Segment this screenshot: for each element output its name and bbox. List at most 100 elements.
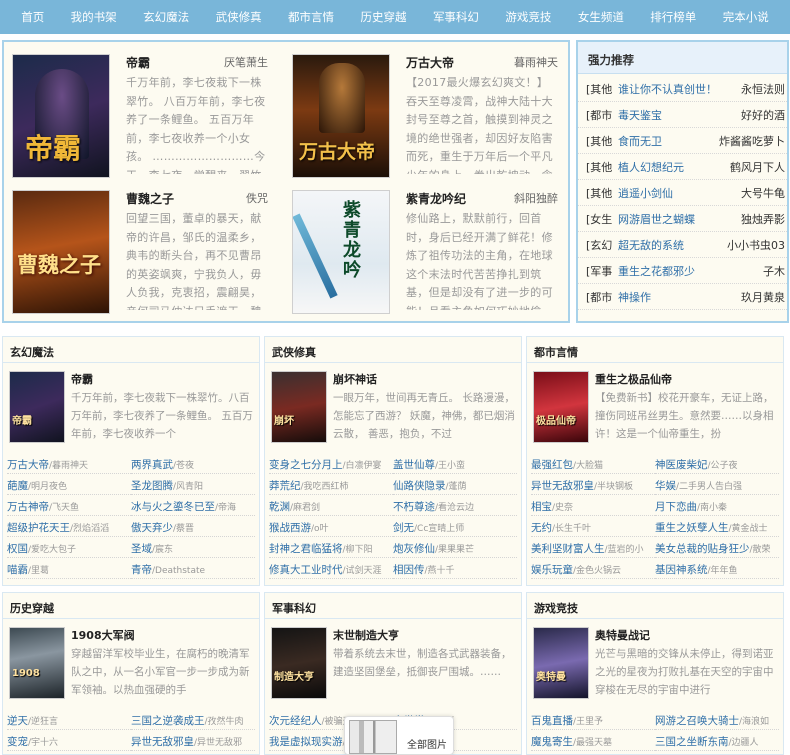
book-link[interactable]: 华娱 (655, 480, 676, 492)
list-item[interactable]: 美女总裁的贴身狂少/散荣 (655, 537, 779, 558)
recommend-item[interactable]: [都市 毒天鉴宝 好好的酒 (578, 102, 787, 128)
recommend-author[interactable]: 独烛弄影 (737, 211, 785, 227)
author-link[interactable]: /黄金战士 (729, 524, 768, 534)
author-link[interactable]: /逆狂言 (28, 717, 58, 727)
author-link[interactable]: /苍夜 (173, 461, 194, 471)
book-title[interactable]: 帝霸 (126, 54, 150, 71)
recommend-item[interactable]: [其他 逍遥小剑仙 大号牛龟 (578, 180, 787, 206)
author-link[interactable]: /暮雨神天 (49, 461, 88, 471)
book-link[interactable]: 圣龙图腾 (131, 480, 173, 492)
book-title[interactable]: 曹魏之子 (126, 190, 174, 207)
book-link[interactable]: 相宝 (531, 501, 552, 513)
list-item[interactable]: 猴战西游/o叶 (269, 516, 393, 537)
featured-book[interactable]: 帝霸 帝霸 厌笔萧生 千万年前，李七夜栽下一株翠竹。 八百万年前，李七夜养了一条… (4, 48, 274, 178)
section-title[interactable]: 军事科幻 (265, 593, 521, 619)
gallery-label[interactable]: 全部图片 (407, 736, 447, 751)
book-link[interactable]: 娱乐玩童 (531, 564, 573, 576)
author-link[interactable]: /大脸猫 (573, 461, 603, 471)
section-title[interactable]: 玄幻魔法 (3, 337, 259, 363)
list-item[interactable]: 葩魔/明月夜色 (7, 474, 131, 495)
book-link[interactable]: 月下恋曲 (655, 501, 697, 513)
book-author[interactable]: 暮雨神天 (514, 54, 558, 70)
book-link[interactable]: 重生之妖孽人生 (655, 522, 729, 534)
list-item[interactable]: 相宝/史奈 (531, 495, 655, 516)
author-link[interactable]: /海浪如 (739, 717, 769, 727)
recommend-author[interactable]: 玖月黄泉 (737, 289, 785, 305)
recommend-author[interactable]: 鹤风月下人 (726, 159, 785, 175)
book-link[interactable]: 猴战西游 (269, 522, 311, 534)
book-cover[interactable]: 制造大亨 (271, 627, 327, 699)
book-title[interactable]: 末世制造大亨 (333, 627, 399, 643)
book-link[interactable]: 万古大帝 (7, 459, 49, 471)
book-title[interactable]: 奥特曼战记 (595, 627, 650, 643)
book-link[interactable]: 超级护花天王 (7, 522, 70, 534)
list-item[interactable]: 封神之君临猛将/柳下阳 (269, 537, 393, 558)
author-link[interactable]: /孜然牛肉 (205, 717, 244, 727)
book-link[interactable]: 魔鬼寄生 (531, 736, 573, 748)
author-link[interactable]: /o叶 (311, 524, 329, 534)
section-featured-book[interactable]: 制造大亨 末世制造大亨 带着系统去末世，制造各式武器装备，建造坚固堡垒，抵御丧尸围城… (265, 619, 521, 709)
book-link[interactable]: 不朽尊途 (393, 501, 435, 513)
book-cover[interactable]: 极品仙帝 (533, 371, 589, 443)
book-link[interactable]: 异世无敌邪皇 (131, 736, 194, 748)
list-item[interactable]: 网游之召唤大骑士/海浪如 (655, 709, 779, 730)
list-item[interactable]: 超级护花天王/烈焰滔滔 (7, 516, 131, 537)
list-item[interactable]: 魔鬼寄生/最强天墓 (531, 730, 655, 751)
recommend-item[interactable]: [其他 谁让你不认真创世！ 永恒法则 (578, 76, 787, 102)
list-item[interactable]: 无约/长生千叶 (531, 516, 655, 537)
list-item[interactable]: 重生之妖孽人生/黄金战士 (655, 516, 779, 537)
recommend-item[interactable]: [其他 植人幻想纪元 鹤风月下人 (578, 154, 787, 180)
book-link[interactable]: 异世无敌邪皇 (531, 480, 594, 492)
author-link[interactable]: /帝海 (215, 503, 236, 513)
book-link[interactable]: 三国之坐断东南 (655, 736, 729, 748)
recommend-book-link[interactable]: 神操作 (618, 289, 737, 305)
list-item[interactable]: 莽荒纪/我吃西红柿 (269, 474, 393, 495)
recommend-author[interactable]: 大号牛龟 (737, 185, 785, 201)
recommend-item[interactable]: [都市 神操作 玖月黄泉 (578, 284, 787, 310)
author-link[interactable]: /里葛 (28, 566, 49, 576)
recommend-item[interactable]: [女生 网游眉世之蝴蝶 独烛弄影 (578, 206, 787, 232)
list-item[interactable]: 华娱/二手男人告白强 (655, 474, 779, 495)
author-link[interactable]: /明月夜色 (28, 482, 67, 492)
recommend-book-link[interactable]: 网游眉世之蝴蝶 (618, 211, 737, 227)
list-item[interactable]: 青帝/Deathstate (131, 558, 255, 579)
book-link[interactable]: 网游之召唤大骑士 (655, 715, 739, 727)
author-link[interactable]: /蓬荫 (446, 482, 467, 492)
nav-bookshelf[interactable]: 我的书架 (71, 9, 117, 25)
author-link[interactable]: /蔡晋 (173, 524, 194, 534)
author-link[interactable]: /王小蛮 (435, 461, 465, 471)
featured-book[interactable]: 紫青龙吟 紫青龙吟纪 斜阳独醉 修仙路上，默默前行，回首时，身后已经开满了鲜花！… (284, 184, 564, 314)
author-link[interactable]: /半块钢板 (594, 482, 633, 492)
book-cover[interactable]: 奥特曼 (533, 627, 589, 699)
book-link[interactable]: 圣域 (131, 543, 152, 555)
nav-urban[interactable]: 都市言情 (288, 9, 334, 25)
author-link[interactable]: /史奈 (552, 503, 573, 513)
section-featured-book[interactable]: 极品仙帝 重生之极品仙帝 【免费新书】校花开豪车，无证上路，撞伤同班吊丝男生。意然要… (527, 363, 783, 453)
list-item[interactable]: 盖世仙尊/王小蛮 (393, 453, 517, 474)
featured-book[interactable]: 万古大帝 万古大帝 暮雨神天 【2017最火爆玄幻爽文！】吞天至尊凌霄，战神大陆… (284, 48, 564, 178)
featured-book[interactable]: 曹魏之子 曹魏之子 佚咒 回望三国，董卓的暴天，献帝的许昌，邹氏的温柔乡，典韦的… (4, 184, 274, 314)
recommend-book-link[interactable]: 超无敌的系统 (618, 237, 723, 253)
book-title[interactable]: 重生之极品仙帝 (595, 371, 672, 387)
section-featured-book[interactable]: 奥特曼 奥特曼战记 光芒与黑暗的交锋从未停止，得到诺亚之光的星夜为打败扎基在天空的宇… (527, 619, 783, 709)
book-title[interactable]: 帝霸 (71, 371, 93, 387)
list-item[interactable]: 异世无敌邪皇/异世无敌邪 (131, 730, 255, 751)
nav-games[interactable]: 游戏竞技 (505, 9, 551, 25)
list-item[interactable]: 万古神帝/飞天鱼 (7, 495, 131, 516)
nav-military[interactable]: 军事科幻 (433, 9, 479, 25)
list-item[interactable]: 修真大工业时代/试剑天涯 (269, 558, 393, 579)
author-link[interactable]: /果果果芒 (435, 545, 474, 555)
author-link[interactable]: /二手男人告白强 (676, 482, 742, 492)
author-link[interactable]: /风青阳 (173, 482, 203, 492)
recommend-author[interactable]: 小小书虫03 (723, 237, 785, 253)
book-link[interactable]: 葩魔 (7, 480, 28, 492)
author-link[interactable]: /飞天鱼 (49, 503, 79, 513)
book-link[interactable]: 我是虚拟现实游 (269, 736, 343, 748)
list-item[interactable]: 逆天/逆狂言 (7, 709, 131, 730)
book-author[interactable]: 厌笔萧生 (224, 54, 268, 70)
list-item[interactable]: 变身之七分月上/白凛伊宴 (269, 453, 393, 474)
recommend-book-link[interactable]: 毒天鉴宝 (618, 107, 737, 123)
book-link[interactable]: 美女总裁的贴身狂少 (655, 543, 750, 555)
section-featured-book[interactable]: 崩坏 崩坏神话 一眼万年，世间再无青丘。 长路漫漫，怎能忘了西游？ 妖魔，神佛，都已… (265, 363, 521, 453)
book-link[interactable]: 乾渊 (269, 501, 290, 513)
